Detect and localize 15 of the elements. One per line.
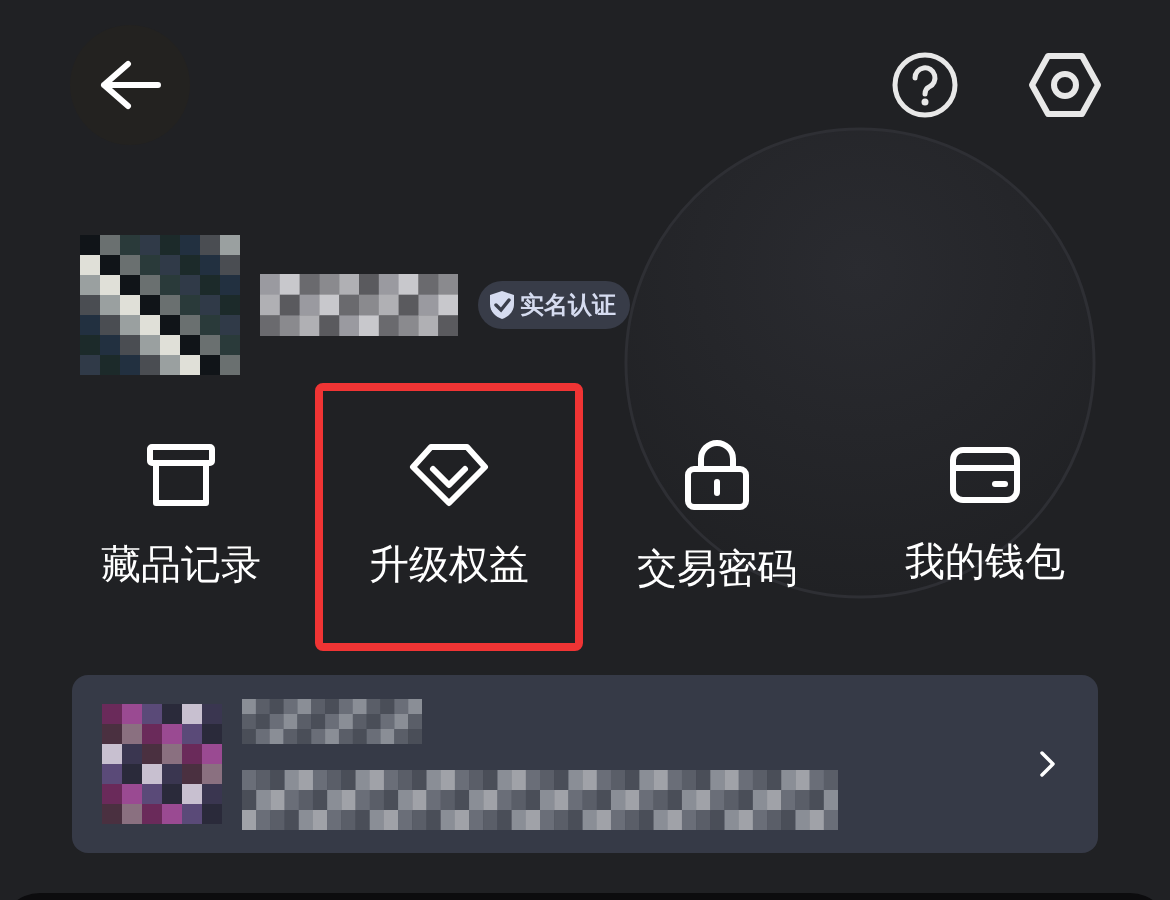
shield-check-icon xyxy=(488,290,516,320)
help-icon[interactable] xyxy=(890,50,960,120)
settings-icon[interactable] xyxy=(1028,50,1102,120)
shortcut-button[interactable]: 升级权益 xyxy=(315,383,583,651)
card-icon xyxy=(949,445,1021,504)
back-arrow-icon xyxy=(98,60,162,110)
promo-card[interactable] xyxy=(72,675,1098,853)
badge-text: 实名认证 xyxy=(520,290,616,321)
diamond-icon xyxy=(409,442,489,507)
chevron-right-icon xyxy=(1038,749,1058,779)
shortcut-button[interactable]: 我的钱包 xyxy=(851,383,1119,651)
shortcut-button[interactable]: 交易密码 xyxy=(583,383,851,651)
archive-box-icon xyxy=(146,442,216,507)
lock-icon xyxy=(684,438,750,511)
shortcut-button[interactable]: 藏品记录 xyxy=(47,383,315,651)
